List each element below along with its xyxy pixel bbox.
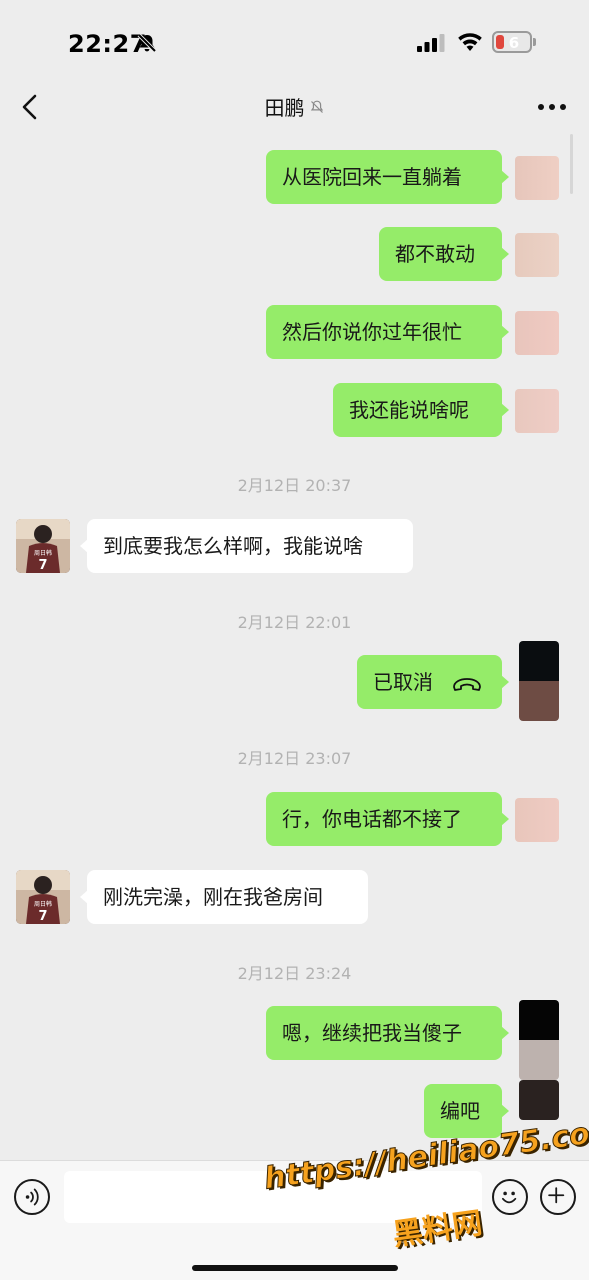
message-text: 编吧	[440, 1099, 480, 1123]
contact-avatar[interactable]: 周日韩 7	[16, 870, 70, 924]
wifi-icon	[458, 33, 482, 51]
mute-bell-icon	[310, 100, 323, 113]
chat-title[interactable]: 田鹏	[265, 92, 305, 121]
jersey-avatar-image: 周日韩 7	[16, 519, 70, 573]
message-text: 然后你说你过年很忙	[282, 320, 462, 344]
message-bubble-sent[interactable]: 我还能说啥呢	[333, 383, 509, 437]
timestamp: 2月12日 23:07	[237, 749, 352, 768]
message-bubble-sent[interactable]: 嗯，继续把我当傻子	[266, 1006, 509, 1060]
hang-up-icon	[453, 677, 482, 691]
status-bar: 22:27 6	[0, 0, 589, 88]
nav-bar: 田鹏	[0, 80, 589, 134]
my-avatar[interactable]	[515, 311, 559, 355]
timestamp: 2月12日 22:01	[237, 613, 352, 632]
battery-icon: 6	[492, 31, 536, 53]
watermark-name: 黑料网	[390, 1205, 485, 1254]
my-avatar[interactable]	[519, 641, 559, 721]
message-bubble-sent[interactable]: 从医院回来一直躺着	[266, 150, 509, 204]
chat-title-row: 田鹏	[0, 92, 589, 121]
message-text: 我还能说啥呢	[349, 398, 469, 422]
contact-avatar[interactable]: 周日韩 7	[16, 519, 70, 573]
watermark: https://heiliao75.com 黑料网	[262, 1111, 589, 1272]
timestamp: 2月12日 23:24	[237, 964, 352, 983]
my-avatar[interactable]	[515, 156, 559, 200]
battery-percent: 6	[508, 34, 520, 52]
chat-area[interactable]: 从医院回来一直躺着 都不敢动 然后你说你过年很忙 我还能说啥呢 2月12日 20…	[0, 134, 589, 1160]
message-text: 到底要我怎么样啊，我能说啥	[103, 534, 363, 558]
bell-off-icon	[137, 33, 157, 53]
message-text: 行，你电话都不接了	[282, 807, 462, 831]
svg-text:周日韩: 周日韩	[34, 900, 52, 908]
signal-icon	[417, 34, 445, 52]
more-icon[interactable]	[537, 96, 567, 118]
my-avatar[interactable]	[515, 233, 559, 277]
message-text: 从医院回来一直躺着	[282, 165, 462, 189]
message-bubble-sent[interactable]: 都不敢动	[379, 227, 509, 281]
message-text: 都不敢动	[395, 242, 475, 266]
jersey-avatar-image: 周日韩 7	[16, 870, 70, 924]
svg-text:7: 7	[38, 909, 47, 924]
message-bubble-sent[interactable]: 行，你电话都不接了	[266, 792, 509, 846]
message-text: 已取消	[373, 670, 433, 694]
my-avatar[interactable]	[515, 798, 559, 842]
svg-text:7: 7	[38, 558, 47, 573]
message-bubble-received[interactable]: 到底要我怎么样啊，我能说啥	[80, 519, 413, 573]
my-avatar[interactable]	[519, 1000, 559, 1080]
my-avatar[interactable]	[515, 389, 559, 433]
message-text: 刚洗完澡，刚在我爸房间	[103, 885, 323, 909]
svg-text:周日韩: 周日韩	[34, 549, 52, 557]
call-cancelled-bubble[interactable]: 已取消	[357, 655, 509, 709]
message-bubble-sent[interactable]: 然后你说你过年很忙	[266, 305, 509, 359]
timestamp: 2月12日 20:37	[237, 476, 352, 495]
scroll-indicator	[570, 134, 573, 194]
my-avatar[interactable]	[519, 1080, 559, 1120]
message-bubble-received[interactable]: 刚洗完澡，刚在我爸房间	[80, 870, 368, 924]
message-text: 嗯，继续把我当傻子	[282, 1021, 462, 1045]
voice-icon[interactable]	[14, 1179, 50, 1215]
